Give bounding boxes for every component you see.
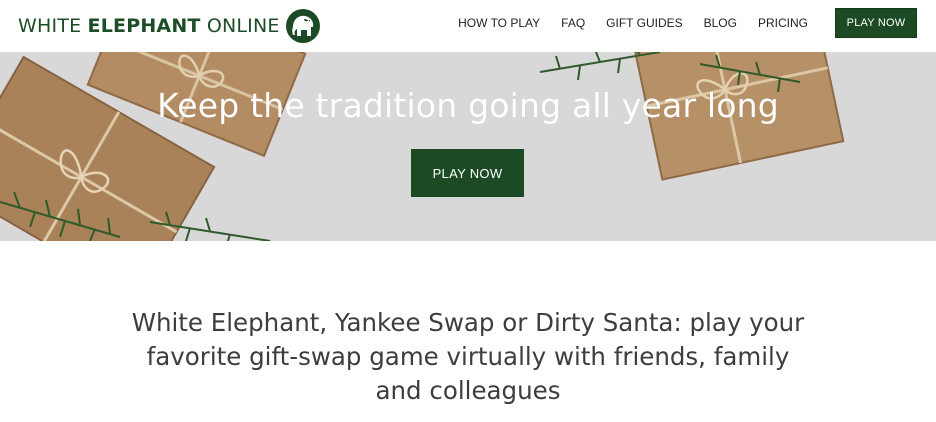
main-nav: HOW TO PLAY FAQ GIFT GUIDES BLOG PRICING [458,15,808,31]
hero-play-now-button[interactable]: PLAY NOW [411,149,524,197]
header-play-now-button[interactable]: PLAY NOW [835,8,917,38]
site-logo[interactable]: WHITE ELEPHANT ONLINE [18,8,322,44]
nav-blog[interactable]: BLOG [704,16,737,30]
nav-faq[interactable]: FAQ [561,16,585,30]
logo-wordmark: WHITE ELEPHANT ONLINE [18,15,280,37]
nav-how-to-play[interactable]: HOW TO PLAY [458,16,540,30]
site-header: WHITE ELEPHANT ONLINE HOW TO PLAY FAQ GI… [0,0,936,52]
elephant-icon [285,9,320,43]
nav-gift-guides[interactable]: GIFT GUIDES [606,16,682,30]
nav-pricing[interactable]: PRICING [758,16,808,30]
hero-banner: Keep the tradition going all year long P… [0,52,936,241]
hero-title: Keep the tradition going all year long [157,86,779,125]
hero-gifts-image [0,52,936,241]
intro-text: White Elephant, Yankee Swap or Dirty San… [131,308,805,405]
